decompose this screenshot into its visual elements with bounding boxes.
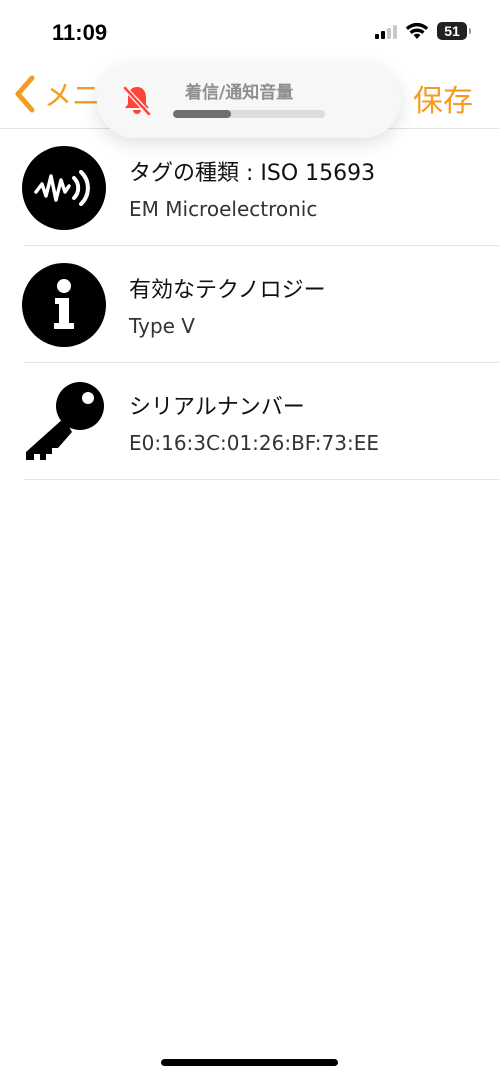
cellular-signal-icon <box>375 23 397 39</box>
row-divider <box>24 479 499 480</box>
volume-hud: 着信/通知音量 <box>97 62 401 138</box>
status-icons: 51 <box>375 22 471 40</box>
row-subtitle: E0:16:3C:01:26:BF:73:EE <box>129 431 379 455</box>
volume-slider[interactable] <box>173 110 325 118</box>
back-label: メニ <box>44 79 101 112</box>
row-subtitle: Type V <box>129 314 195 338</box>
screen: 11:09 51 メニ 保存 タグの種類: ISO 15693 EM Micr… <box>0 0 499 1080</box>
volume-slider-fill <box>173 110 231 118</box>
row-title: 有効なテクノロジー <box>129 278 326 303</box>
list-item-serial-number[interactable]: シリアルナンバー E0:16:3C:01:26:BF:73:EE <box>0 363 499 480</box>
chevron-left-icon <box>15 75 35 113</box>
row-subtitle: EM Microelectronic <box>129 197 318 221</box>
status-bar: 11:09 51 <box>0 0 499 64</box>
row-title: タグの種類 : ISO 15693 <box>129 161 376 186</box>
status-time: 11:09 <box>52 20 108 45</box>
key-icon <box>26 382 104 460</box>
nfc-wave-icon <box>22 146 106 230</box>
list-item-tag-type[interactable]: タグの種類 : ISO 15693 EM Microelectronic <box>0 129 499 246</box>
battery-level: 51 <box>444 23 460 39</box>
info-icon <box>22 263 106 347</box>
back-button[interactable]: メニ <box>12 74 100 114</box>
volume-hud-title: 着信/通知音量 <box>185 83 294 103</box>
list-item-technology[interactable]: 有効なテクノロジー Type V <box>0 246 499 363</box>
save-button[interactable]: 保存 <box>413 76 473 120</box>
bell-muted-icon <box>123 86 151 116</box>
row-title: シリアルナンバー <box>129 395 305 420</box>
tag-info-list: タグの種類 : ISO 15693 EM Microelectronic 有効な… <box>0 129 499 480</box>
wifi-icon <box>405 22 429 39</box>
battery-icon: 51 <box>437 22 471 40</box>
home-indicator[interactable] <box>161 1059 338 1066</box>
